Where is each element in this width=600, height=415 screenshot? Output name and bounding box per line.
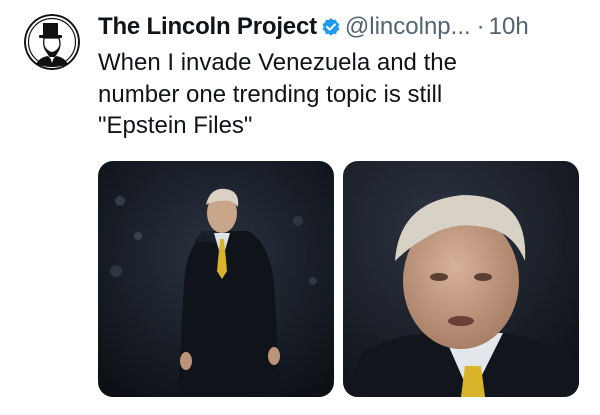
- post[interactable]: The Lincoln Project @lincolnp... · 10h W…: [0, 0, 600, 415]
- photo-full-body: [98, 161, 334, 397]
- post-text: When I invade Venezuela and the number o…: [98, 49, 457, 139]
- separator-dot: ·: [476, 13, 485, 40]
- verified-badge-icon: [321, 17, 341, 37]
- post-timestamp[interactable]: 10h: [489, 13, 529, 41]
- author-avatar[interactable]: [24, 14, 80, 70]
- author-name[interactable]: The Lincoln Project: [98, 13, 317, 41]
- author-handle[interactable]: @lincolnp...: [345, 13, 471, 41]
- media-image-1[interactable]: [98, 161, 334, 397]
- photo-closeup: [343, 161, 579, 397]
- post-header: The Lincoln Project @lincolnp... · 10h: [98, 10, 529, 44]
- lincoln-silhouette-icon: [24, 14, 80, 70]
- media-image-2[interactable]: [343, 161, 579, 397]
